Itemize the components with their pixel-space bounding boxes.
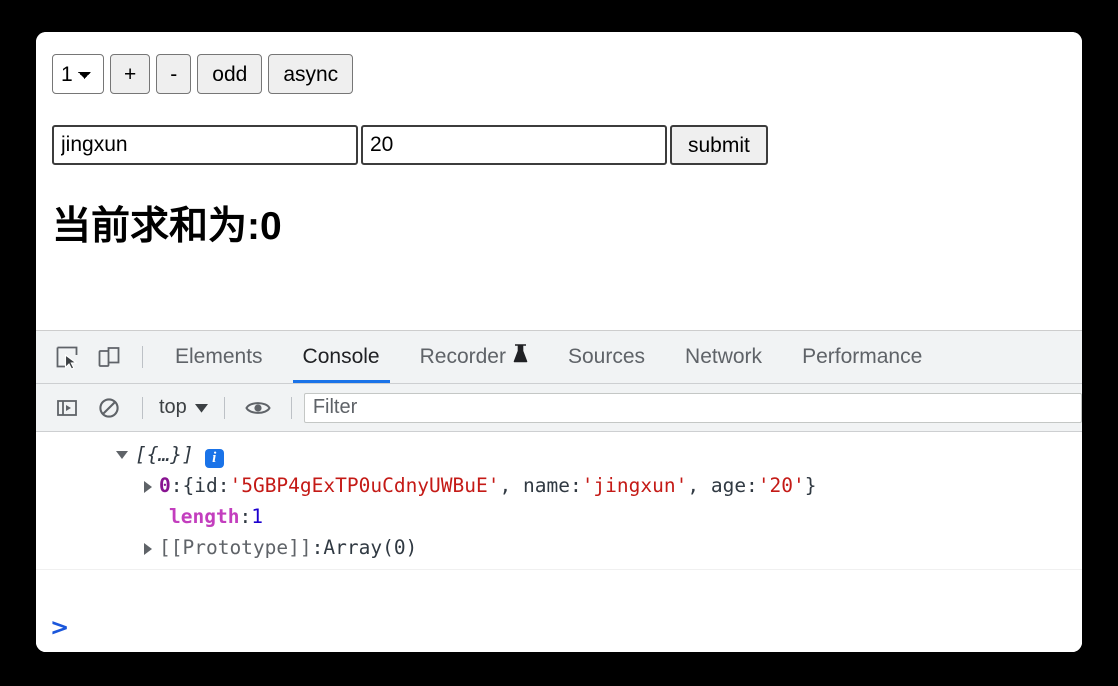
console-sidebar-icon[interactable] — [46, 387, 88, 429]
tab-label: Console — [302, 345, 380, 368]
array-length-row: length : 1 — [36, 501, 1082, 532]
chevron-down-icon — [194, 396, 208, 419]
console-log-entry: [{…}] i 0 : {id: '5GBP4gExTP0uCdnyUWBuE'… — [36, 439, 1082, 570]
inspect-element-icon[interactable] — [46, 336, 88, 378]
toolbar-divider — [142, 346, 143, 368]
object-close-brace: } — [804, 474, 817, 497]
odd-button[interactable]: odd — [197, 54, 263, 94]
context-label: top — [159, 396, 187, 418]
array-prototype-row[interactable]: [[Prototype]] : Array(0) — [36, 532, 1082, 563]
array-preview: [{…}] — [135, 443, 194, 466]
array-item-row[interactable]: 0 : {id: '5GBP4gExTP0uCdnyUWBuE' , name:… — [36, 470, 1082, 501]
console-output: [{…}] i 0 : {id: '5GBP4gExTP0uCdnyUWBuE'… — [36, 432, 1082, 604]
key-separator: : — [311, 536, 324, 559]
info-badge-icon[interactable]: i — [204, 449, 224, 468]
decrement-button[interactable]: - — [156, 54, 192, 94]
tab-sources[interactable]: Sources — [548, 331, 665, 383]
name-input[interactable] — [52, 125, 358, 165]
age-value: '20' — [757, 474, 805, 497]
tab-console[interactable]: Console — [283, 331, 400, 383]
devtools-panel: Elements Console Recorder Sources Networ… — [36, 330, 1082, 652]
name-key: , name: — [499, 474, 582, 497]
id-value: '5GBP4gExTP0uCdnyUWBuE' — [229, 474, 500, 497]
console-toolbar: top — [36, 384, 1082, 432]
tab-network[interactable]: Network — [665, 331, 782, 383]
device-toolbar-icon[interactable] — [88, 336, 130, 378]
submit-button[interactable]: submit — [670, 125, 768, 165]
length-value: 1 — [251, 505, 263, 528]
property-key: [[Prototype]] — [159, 536, 312, 559]
age-input[interactable] — [361, 125, 667, 165]
live-expression-icon[interactable] — [237, 387, 279, 429]
prompt-chevron-icon: > — [50, 614, 70, 641]
sum-heading: 当前求和为:0 — [52, 205, 282, 248]
tab-label: Sources — [567, 345, 646, 368]
age-key: , age: — [687, 474, 758, 497]
console-toolbar-divider-3 — [290, 396, 292, 419]
tab-label: Elements — [175, 345, 263, 368]
flask-icon — [513, 331, 528, 383]
console-toolbar-divider-2 — [223, 396, 225, 419]
key-separator: : — [170, 474, 183, 497]
key-separator: : — [239, 505, 252, 528]
object-open-brace: {id: — [182, 474, 230, 497]
console-prompt-row[interactable]: > — [36, 604, 1082, 652]
clear-console-icon[interactable] — [88, 387, 130, 429]
tab-recorder[interactable]: Recorder — [400, 331, 548, 383]
count-select[interactable]: 1 — [52, 54, 104, 94]
disclosure-triangle-closed-icon[interactable] — [144, 481, 152, 493]
tab-elements[interactable]: Elements — [155, 331, 283, 383]
disclosure-triangle-closed-icon[interactable] — [144, 543, 152, 555]
tab-label: Recorder — [419, 345, 506, 368]
console-toolbar-divider — [142, 396, 143, 419]
increment-button[interactable]: + — [110, 54, 151, 94]
tab-performance[interactable]: Performance — [782, 331, 942, 383]
name-value: 'jingxun' — [581, 474, 688, 497]
counter-controls: 1 + - odd async — [52, 54, 1066, 94]
filter-input[interactable] — [303, 392, 1082, 423]
disclosure-triangle-open-icon[interactable] — [116, 451, 128, 459]
array-root-row[interactable]: [{…}] i — [36, 439, 1082, 470]
property-key: 0 — [159, 474, 171, 497]
execution-context-dropdown[interactable]: top — [155, 396, 212, 419]
browser-window: 1 + - odd async submit 当前求和为:0 — [36, 32, 1082, 652]
person-form: submit — [52, 125, 1066, 165]
page-viewport: 1 + - odd async submit 当前求和为:0 — [36, 32, 1082, 330]
property-key: length — [169, 505, 240, 528]
prototype-value: Array(0) — [323, 536, 418, 559]
devtools-tab-bar: Elements Console Recorder Sources Networ… — [36, 331, 1082, 384]
tab-label: Network — [685, 345, 763, 368]
async-button[interactable]: async — [268, 54, 354, 94]
tab-label: Performance — [802, 345, 923, 368]
